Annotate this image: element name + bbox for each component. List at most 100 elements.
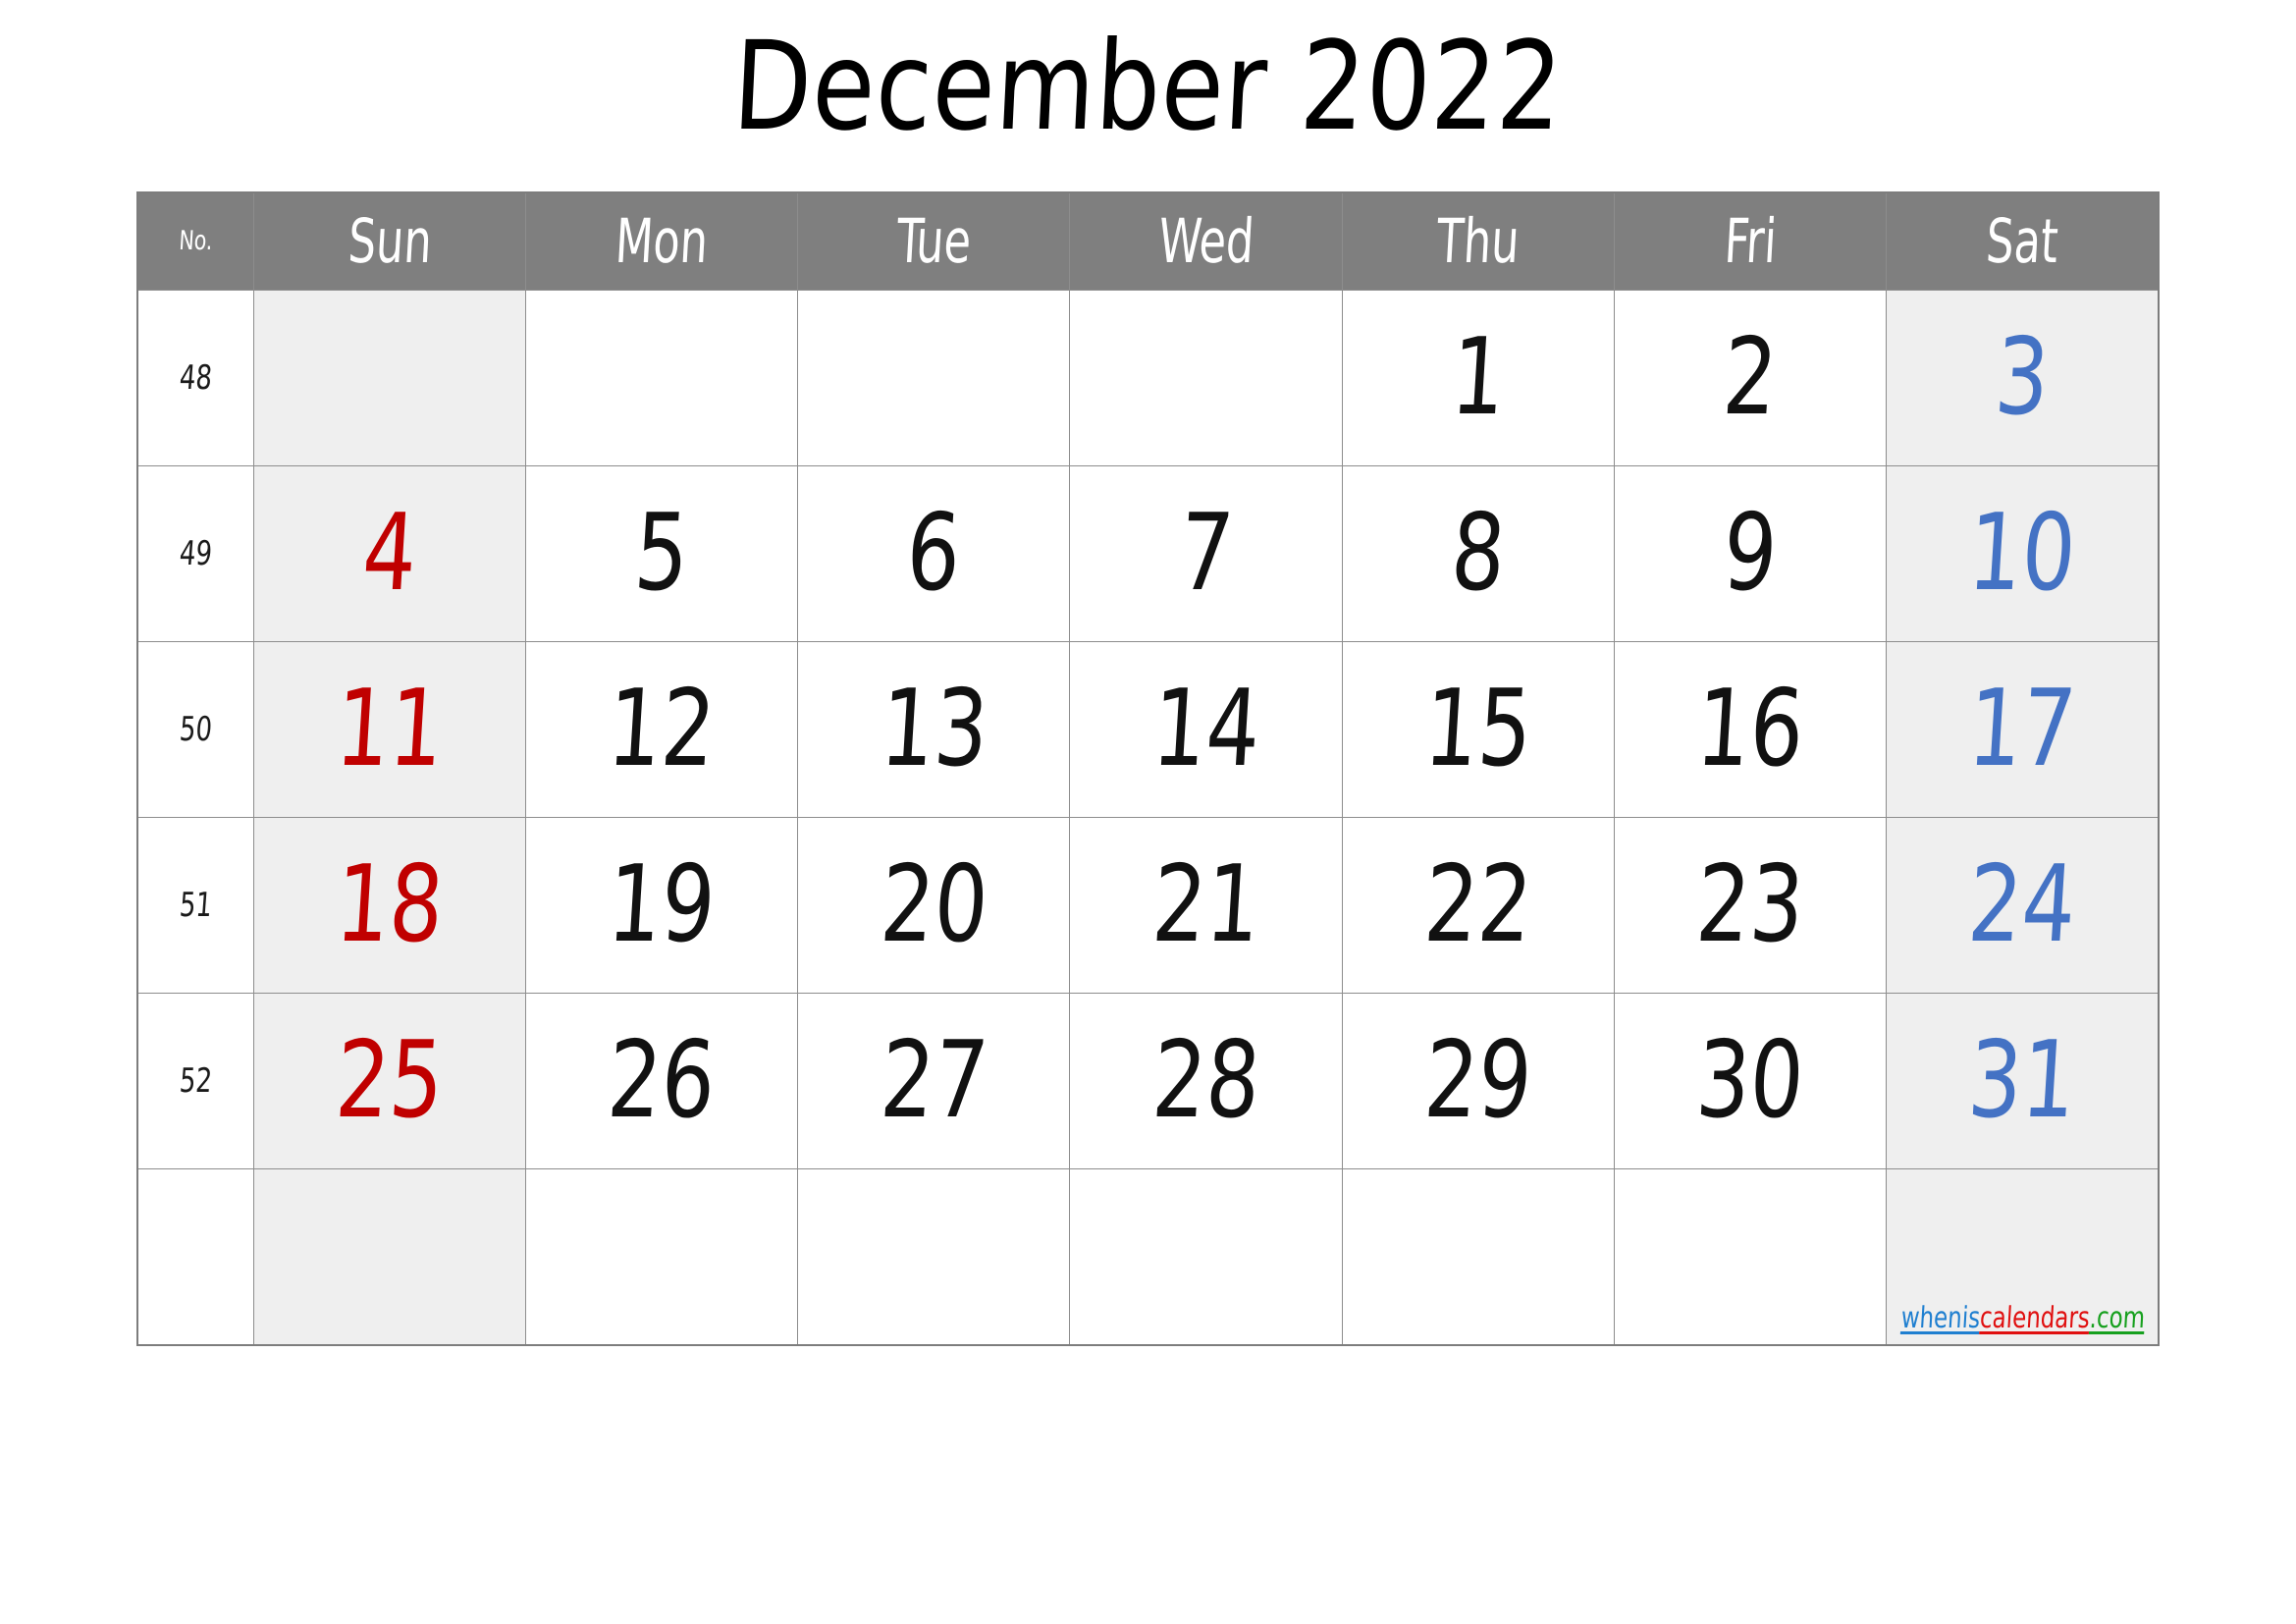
week-number-label: 50 [178, 710, 214, 749]
day-number: 4 [359, 492, 421, 615]
day-cell-mon[interactable]: 5 [525, 465, 799, 642]
day-number: 11 [332, 668, 448, 790]
day-cell-mon[interactable] [525, 1168, 799, 1345]
day-cell-sun[interactable]: 18 [253, 817, 527, 994]
day-cell-wed[interactable]: 14 [1069, 641, 1343, 818]
day-number: 3 [1991, 316, 2053, 439]
week-number-cell: 52 [136, 993, 255, 1169]
calendar-week-row: 48 1 2 3 [136, 290, 2160, 466]
day-number: 16 [1692, 668, 1807, 790]
day-cell-sat[interactable]: 10 [1885, 465, 2160, 642]
day-number: 19 [605, 843, 720, 966]
day-number: 13 [877, 668, 991, 790]
day-number: 24 [1964, 843, 2080, 966]
day-number: 10 [1964, 492, 2080, 615]
header-week-number: No. [136, 192, 255, 291]
day-number: 15 [1420, 668, 1535, 790]
watermark-part-c: .com [2088, 1301, 2147, 1335]
day-cell-mon[interactable]: 12 [525, 641, 799, 818]
day-cell-thu[interactable]: 1 [1341, 290, 1615, 466]
day-number: 7 [1175, 492, 1237, 615]
calendar-week-row: 50 11 12 13 14 15 16 17 [136, 641, 2160, 818]
day-number: 22 [1420, 843, 1535, 966]
day-number: 1 [1447, 316, 1509, 439]
day-cell-fri[interactable]: 9 [1613, 465, 1887, 642]
watermark-part-b: calendars [1978, 1301, 2091, 1335]
day-number: 12 [605, 668, 720, 790]
day-cell-wed[interactable]: 21 [1069, 817, 1343, 994]
calendar-week-row: 51 18 19 20 21 22 23 24 [136, 817, 2160, 994]
day-cell-tue[interactable]: 6 [797, 465, 1071, 642]
day-number: 9 [1719, 492, 1781, 615]
site-watermark[interactable]: wheniscalendars.com [1899, 1301, 2147, 1335]
day-cell-fri[interactable]: 23 [1613, 817, 1887, 994]
day-cell-tue[interactable] [797, 1168, 1071, 1345]
day-cell-sun[interactable]: 11 [253, 641, 527, 818]
calendar-week-row: 52 25 26 27 28 29 30 31 [136, 993, 2160, 1169]
day-cell-wed[interactable]: 28 [1069, 993, 1343, 1169]
week-number-cell [136, 1168, 255, 1345]
day-cell-thu[interactable]: 29 [1341, 993, 1615, 1169]
watermark-cell[interactable]: wheniscalendars.com [1885, 1168, 2160, 1345]
day-cell-fri[interactable]: 2 [1613, 290, 1887, 466]
day-cell-fri[interactable]: 30 [1613, 993, 1887, 1169]
calendar-header-row: No. Sun Mon Tue Wed Thu Fri Sat [136, 192, 2160, 291]
day-number: 23 [1692, 843, 1807, 966]
day-cell-sun[interactable] [253, 1168, 527, 1345]
calendar-page: December 2022 No. Sun Mon Tue Wed Thu Fr… [0, 0, 2296, 1624]
week-number-cell: 49 [136, 465, 255, 642]
day-cell-tue[interactable]: 27 [797, 993, 1071, 1169]
day-number: 5 [631, 492, 693, 615]
calendar-table: No. Sun Mon Tue Wed Thu Fri Sat 48 1 2 3 49 4… [136, 191, 2160, 1346]
week-number-cell: 50 [136, 641, 255, 818]
day-number: 18 [332, 843, 448, 966]
day-number: 21 [1148, 843, 1263, 966]
day-cell-sun[interactable] [253, 290, 527, 466]
calendar-body: 48 1 2 3 49 4 5 6 7 8 9 10 50 11 12 13 14 15 16 17 51 18 19 20 2… [136, 290, 2160, 1345]
day-cell-fri[interactable] [1613, 1168, 1887, 1345]
watermark-part-a: whenis [1899, 1301, 1982, 1335]
day-number: 25 [332, 1019, 448, 1142]
week-number-label: 51 [178, 886, 214, 925]
header-day-sun: Sun [253, 192, 527, 291]
day-cell-sat[interactable]: 3 [1885, 290, 2160, 466]
day-cell-wed[interactable]: 7 [1069, 465, 1343, 642]
day-cell-wed[interactable] [1069, 290, 1343, 466]
day-cell-mon[interactable]: 26 [525, 993, 799, 1169]
day-number: 8 [1447, 492, 1509, 615]
header-day-tue: Tue [797, 192, 1071, 291]
day-cell-mon[interactable] [525, 290, 799, 466]
day-cell-wed[interactable] [1069, 1168, 1343, 1345]
day-cell-fri[interactable]: 16 [1613, 641, 1887, 818]
week-number-cell: 51 [136, 817, 255, 994]
day-cell-tue[interactable] [797, 290, 1071, 466]
day-cell-sun[interactable]: 25 [253, 993, 527, 1169]
day-cell-thu[interactable]: 15 [1341, 641, 1615, 818]
day-number: 14 [1148, 668, 1263, 790]
week-number-label: 49 [178, 534, 214, 573]
day-cell-thu[interactable] [1341, 1168, 1615, 1345]
day-number: 17 [1964, 668, 2080, 790]
day-cell-sat[interactable]: 24 [1885, 817, 2160, 994]
day-cell-thu[interactable]: 22 [1341, 817, 1615, 994]
week-number-cell: 48 [136, 290, 255, 466]
calendar-week-row: wheniscalendars.com [136, 1168, 2160, 1345]
day-number: 20 [877, 843, 991, 966]
day-number: 31 [1964, 1019, 2080, 1142]
day-number: 29 [1420, 1019, 1535, 1142]
day-number: 28 [1148, 1019, 1263, 1142]
day-cell-sat[interactable]: 31 [1885, 993, 2160, 1169]
day-cell-tue[interactable]: 20 [797, 817, 1071, 994]
day-number: 26 [605, 1019, 720, 1142]
day-cell-tue[interactable]: 13 [797, 641, 1071, 818]
day-number: 27 [877, 1019, 991, 1142]
header-day-wed: Wed [1069, 192, 1343, 291]
day-cell-sun[interactable]: 4 [253, 465, 527, 642]
day-cell-mon[interactable]: 19 [525, 817, 799, 994]
calendar-week-row: 49 4 5 6 7 8 9 10 [136, 465, 2160, 642]
day-number: 2 [1719, 316, 1781, 439]
week-number-label: 52 [178, 1061, 214, 1101]
day-number: 30 [1692, 1019, 1807, 1142]
day-cell-thu[interactable]: 8 [1341, 465, 1615, 642]
day-cell-sat[interactable]: 17 [1885, 641, 2160, 818]
